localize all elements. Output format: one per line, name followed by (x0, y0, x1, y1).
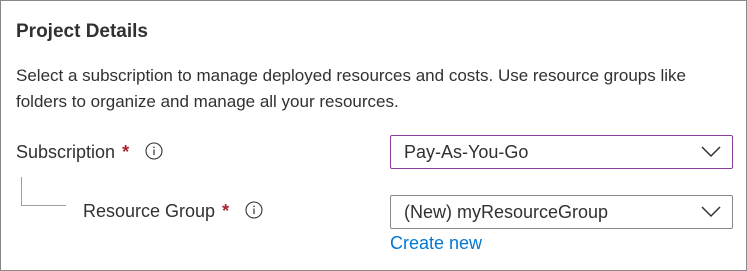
resource-group-label: Resource Group (83, 201, 216, 221)
required-asterisk: * (122, 142, 130, 162)
resource-group-selected-value: (New) myResourceGroup (404, 202, 609, 222)
section-title: Project Details (16, 21, 148, 42)
section-description: Select a subscription to manage deployed… (16, 66, 686, 111)
subscription-label: Subscription (16, 142, 116, 162)
chevron-down-icon (701, 206, 721, 218)
subscription-label-group: Subscription * (16, 140, 163, 164)
chevron-down-icon (701, 146, 721, 158)
subscription-dropdown[interactable]: Pay-As-You-Go (390, 135, 733, 169)
project-details-panel: Project Details Select a subscription to… (0, 0, 747, 271)
info-icon[interactable] (145, 142, 163, 160)
required-asterisk: * (222, 201, 230, 221)
info-icon[interactable] (245, 201, 263, 219)
resource-group-dropdown[interactable]: (New) myResourceGroup (390, 195, 733, 229)
create-new-link[interactable]: Create new (390, 231, 482, 255)
resource-group-label-group: Resource Group * (83, 199, 263, 223)
tree-connector (21, 177, 66, 206)
subscription-selected-value: Pay-As-You-Go (404, 142, 529, 162)
